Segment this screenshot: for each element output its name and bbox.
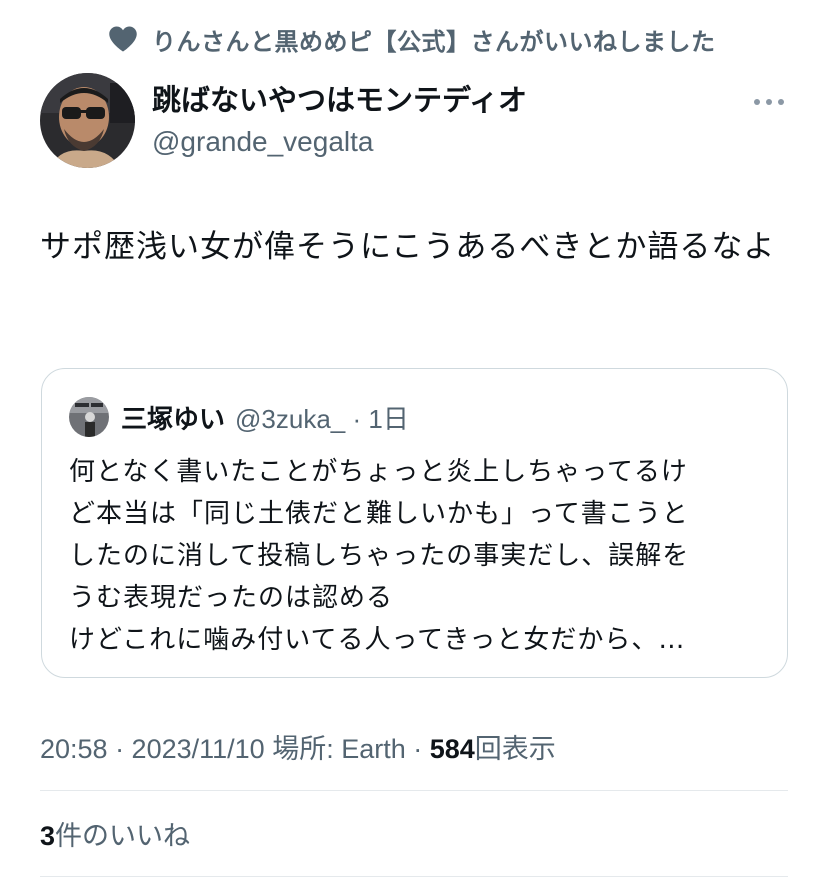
social-context-text: りんさんと黒めめピ【公式】さんがいいねしました: [152, 27, 716, 56]
more-dot-icon: [754, 99, 760, 105]
author-avatar[interactable]: [40, 73, 135, 168]
author-info[interactable]: 跳ばないやつはモンテディオ @grande_vegalta: [152, 80, 527, 162]
quoted-author-name: 三塚ゆい: [121, 404, 226, 435]
quoted-body-line: したのに消して投稿しちゃったの事実だし、誤解を: [69, 541, 690, 571]
views-label: 回表示: [474, 734, 556, 764]
divider: [40, 790, 788, 791]
quoted-body-line: うむ表現だったのは認める: [69, 583, 394, 613]
social-context[interactable]: りんさんと黒めめピ【公式】さんがいいねしました: [108, 22, 716, 56]
quoted-body-line: けどこれに噛み付いてる人ってきっと女だから、…: [69, 625, 686, 655]
quoted-author-handle-time: @3zuka_ · 1日: [235, 403, 409, 434]
quoted-tweet-header: 三塚ゆい @3zuka_ · 1日: [69, 397, 409, 437]
avatar-image: [40, 73, 135, 168]
tweet-timestamp-location[interactable]: 20:58 · 2023/11/10 場所: Earth ·: [40, 734, 430, 764]
more-options-button[interactable]: [754, 98, 784, 106]
quoted-body-line: ど本当は「同じ土俵だと難しいかも」って書こうと: [69, 499, 689, 529]
author-display-name[interactable]: 跳ばないやつはモンテディオ: [152, 80, 527, 120]
quoted-tweet-body: 何となく書いたことがちょっと炎上しちゃってるけ ど本当は「同じ土俵だと難しいかも…: [69, 451, 769, 661]
likes-label: 件のいいね: [55, 821, 191, 852]
quoted-avatar-image: [69, 397, 109, 437]
views-count: 584: [429, 734, 475, 764]
divider: [40, 876, 788, 877]
likes-link[interactable]: 3件のいいね: [40, 814, 190, 853]
quoted-tweet-card[interactable]: 三塚ゆい @3zuka_ · 1日 何となく書いたことがちょっと炎上しちゃってる…: [41, 368, 788, 678]
more-dot-icon: [778, 99, 784, 105]
tweet-meta: 20:58 · 2023/11/10 場所: Earth · 584回表示: [40, 727, 556, 766]
quoted-author-avatar[interactable]: [69, 397, 109, 437]
heart-icon: [109, 26, 137, 52]
tweet-text: サポ歴浅い女が偉そうにこうあるべきとか語るなよ: [40, 229, 776, 265]
author-handle[interactable]: @grande_vegalta: [152, 122, 527, 162]
likes-count: 3: [40, 821, 56, 851]
quoted-body-line: 何となく書いたことがちょっと炎上しちゃってるけ: [69, 457, 688, 487]
more-dot-icon: [766, 99, 772, 105]
